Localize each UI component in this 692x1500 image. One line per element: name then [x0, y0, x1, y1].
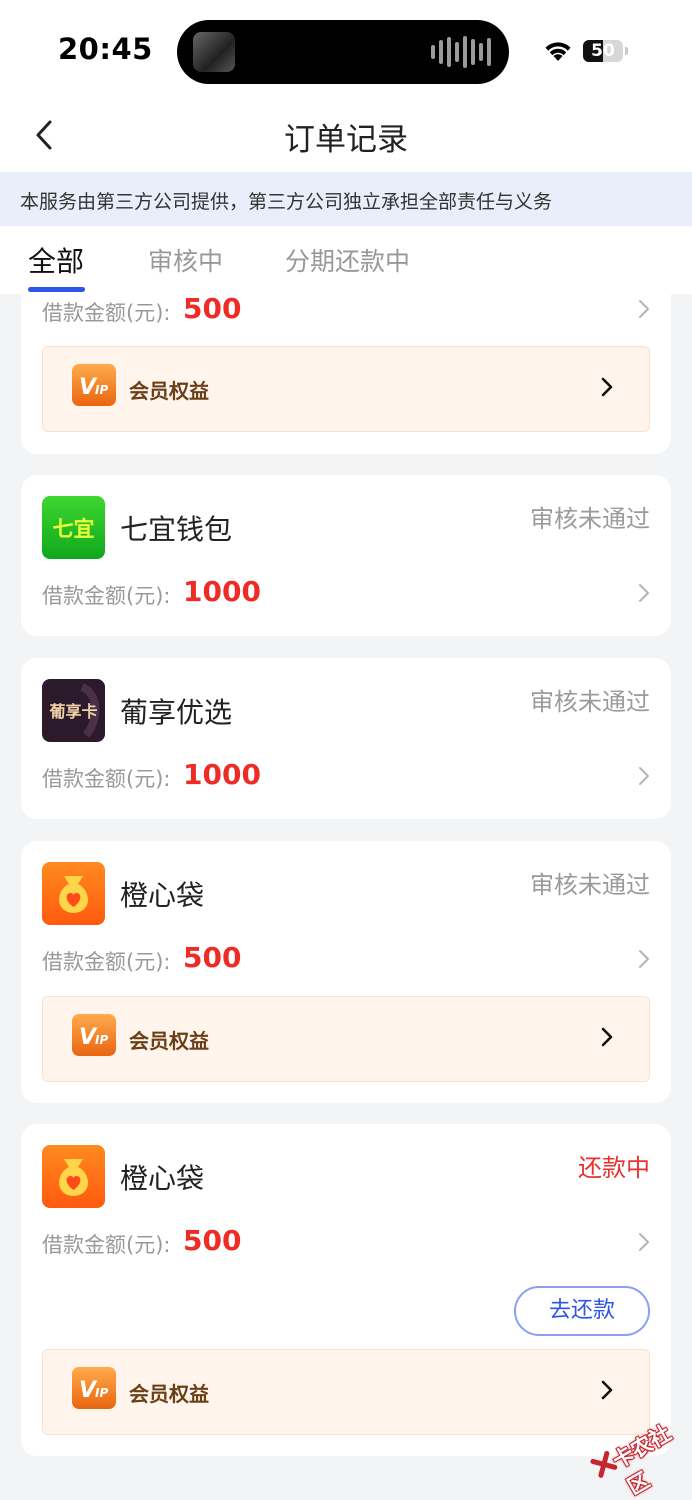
amount-label: 借款金额(元): — [42, 584, 171, 608]
vip-benefits-label: 会员权益 — [129, 1382, 209, 1406]
qiyi-wallet-logo: 七宜 — [42, 496, 105, 559]
amount-value: 1000 — [183, 575, 261, 608]
order-list[interactable]: 借款金额(元): 500 V IP 会员权益 七宜 七宜钱包 审核未通过 借款金额… — [0, 294, 692, 1500]
vip-benefits-label: 会员权益 — [129, 379, 209, 403]
battery-icon: 50 — [583, 40, 623, 62]
tab-active-indicator — [28, 287, 85, 292]
amount-value: 1000 — [183, 758, 261, 791]
amount-value: 500 — [183, 294, 242, 325]
order-card[interactable]: 橙心袋 审核未通过 借款金额(元): 500 V IP 会员权益 — [21, 841, 671, 1103]
chevron-right-icon[interactable] — [637, 765, 651, 787]
vip-benefits-entry[interactable]: V IP 会员权益 — [42, 996, 650, 1082]
status-bar: 20:45 50 — [0, 0, 692, 100]
puxiang-logo: 葡享卡 — [42, 679, 105, 742]
status-time: 20:45 — [58, 32, 153, 66]
lender-name: 橙心袋 — [120, 1162, 205, 1195]
status-badge: 还款中 — [578, 1154, 650, 1182]
tab-all[interactable]: 全部 — [28, 240, 84, 280]
battery-percent: 50 — [591, 41, 615, 61]
chevron-right-icon — [601, 1027, 613, 1047]
battery-nub — [625, 47, 628, 55]
status-badge: 审核未通过 — [530, 505, 650, 533]
puxiang-card-logo-icon: 葡享卡 — [42, 679, 105, 742]
disclaimer-banner: 本服务由第三方公司提供，第三方公司独立承担全部责任与义务 — [0, 172, 692, 226]
order-card[interactable]: 橙心袋 还款中 借款金额(元): 500 去还款 V IP 会员权益 — [21, 1124, 671, 1456]
status-badge: 审核未通过 — [530, 688, 650, 716]
status-badge: 审核未通过 — [530, 871, 650, 899]
order-card[interactable]: 借款金额(元): 500 V IP 会员权益 — [21, 294, 671, 454]
amount-label: 借款金额(元): — [42, 1233, 171, 1257]
vip-icon: VIP — [72, 1014, 116, 1056]
lender-name: 葡享优选 — [120, 696, 233, 729]
lender-name: 橙心袋 — [120, 879, 205, 912]
svg-text:IP: IP — [95, 1033, 108, 1047]
repay-button[interactable]: 去还款 — [514, 1286, 650, 1336]
lender-name: 七宜钱包 — [120, 513, 233, 546]
chevron-right-icon[interactable] — [637, 582, 651, 604]
vip-benefits-entry[interactable]: V IP 会员权益 — [42, 1349, 650, 1435]
chevron-right-icon[interactable] — [637, 1231, 651, 1253]
order-card[interactable]: 七宜 七宜钱包 审核未通过 借款金额(元): 1000 — [21, 475, 671, 636]
svg-text:葡享卡: 葡享卡 — [48, 702, 97, 721]
disclaimer-text: 本服务由第三方公司提供，第三方公司独立承担全部责任与义务 — [20, 191, 553, 213]
chengxindai-logo — [42, 1145, 105, 1208]
svg-text:IP: IP — [95, 1386, 108, 1400]
chevron-right-icon[interactable] — [637, 298, 651, 320]
svg-text:IP: IP — [95, 383, 108, 397]
vip-benefits-entry[interactable]: V IP 会员权益 — [42, 346, 650, 432]
chevron-right-icon — [601, 377, 613, 397]
dynamic-island[interactable] — [177, 20, 509, 84]
qiyi-wallet-logo-icon: 七宜 — [42, 496, 105, 559]
amount-label: 借款金额(元): — [42, 301, 171, 325]
chengxindai-logo — [42, 862, 105, 925]
tab-bar: 全部 审核中 分期还款中 — [0, 226, 692, 294]
money-bag-heart-icon — [42, 862, 105, 925]
nav-bar: 订单记录 — [0, 100, 692, 172]
amount-value: 500 — [183, 941, 242, 974]
order-card[interactable]: 葡享卡 葡享优选 审核未通过 借款金额(元): 1000 — [21, 658, 671, 819]
tab-installment-repaying[interactable]: 分期还款中 — [285, 242, 410, 278]
tab-reviewing[interactable]: 审核中 — [148, 242, 223, 278]
wifi-icon — [545, 42, 571, 61]
svg-text:七宜: 七宜 — [53, 517, 95, 541]
vip-benefits-label: 会员权益 — [129, 1029, 209, 1053]
vip-icon: VIP — [72, 364, 116, 406]
chevron-right-icon[interactable] — [637, 948, 651, 970]
now-playing-artwork — [193, 32, 235, 72]
amount-label: 借款金额(元): — [42, 950, 171, 974]
now-playing-waveform-icon — [431, 36, 491, 68]
amount-label: 借款金额(元): — [42, 767, 171, 791]
page-title: 订单记录 — [284, 122, 408, 158]
vip-icon: VIP — [72, 1367, 116, 1409]
chevron-right-icon — [601, 1380, 613, 1400]
amount-value: 500 — [183, 1224, 242, 1257]
money-bag-heart-icon — [42, 1145, 105, 1208]
